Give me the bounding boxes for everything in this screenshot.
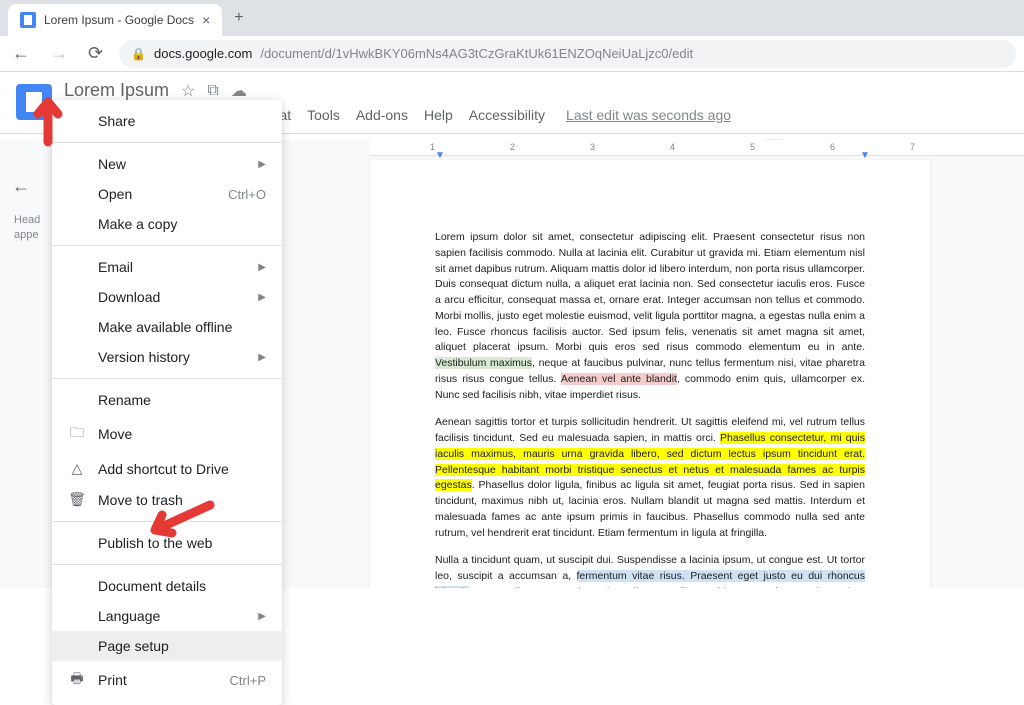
docs-favicon bbox=[20, 12, 36, 28]
url-domain: docs.google.com bbox=[154, 46, 252, 61]
new-tab-button[interactable]: + bbox=[222, 9, 255, 27]
move-icon[interactable]: ⧉ bbox=[207, 82, 218, 100]
ruler[interactable]: 1 2 3 4 5 6 7 ▼ ▼ bbox=[370, 140, 1024, 156]
menu-tools[interactable]: Tools bbox=[300, 103, 347, 127]
menu-help[interactable]: Help bbox=[417, 103, 460, 127]
star-icon[interactable]: ☆ bbox=[181, 81, 195, 101]
trash-icon: 🗑 bbox=[68, 491, 86, 508]
annotation-arrow-file bbox=[28, 92, 68, 147]
menu-accessibility[interactable]: Accessibility bbox=[462, 103, 552, 127]
annotation-arrow-page-setup bbox=[140, 495, 220, 545]
tab-title: Lorem Ipsum - Google Docs bbox=[44, 13, 194, 27]
document-title[interactable]: Lorem Ipsum bbox=[64, 80, 169, 101]
menu-language[interactable]: Language ▶ bbox=[52, 601, 282, 631]
outline-toggle[interactable]: ← bbox=[8, 172, 42, 201]
menu-version-history[interactable]: Version history ▶ bbox=[52, 342, 282, 372]
last-edit-link[interactable]: Last edit was seconds ago bbox=[566, 107, 731, 123]
submenu-arrow-icon: ▶ bbox=[258, 262, 266, 273]
url-path: /document/d/1vHwkBKY06mNs4AG3tCzGraKtUk6… bbox=[260, 46, 693, 61]
menu-rename[interactable]: Rename bbox=[52, 385, 282, 415]
document-page[interactable]: Lorem ipsum dolor sit amet, consectetur … bbox=[370, 160, 930, 588]
print-icon: 🖶 bbox=[68, 668, 86, 692]
paragraph-1[interactable]: Lorem ipsum dolor sit amet, consectetur … bbox=[435, 230, 865, 403]
outline-heading: Head appe bbox=[8, 213, 42, 244]
browser-tab[interactable]: Lorem Ipsum - Google Docs × bbox=[8, 4, 222, 36]
forward-button[interactable]: → bbox=[46, 39, 72, 68]
cloud-icon[interactable]: ☁ bbox=[231, 81, 247, 101]
menu-make-offline[interactable]: Make available offline bbox=[52, 312, 282, 342]
folder-icon: 🗀 bbox=[68, 422, 86, 446]
menu-add-shortcut[interactable]: △ Add shortcut to Drive bbox=[52, 453, 282, 484]
back-button[interactable]: ← bbox=[8, 39, 34, 68]
address-bar[interactable]: 🔒 docs.google.com/document/d/1vHwkBKY06m… bbox=[119, 40, 1016, 68]
menu-doc-details[interactable]: Document details bbox=[52, 571, 282, 601]
menu-new[interactable]: New ▶ bbox=[52, 149, 282, 179]
reload-button[interactable]: ⟳ bbox=[84, 39, 107, 68]
menu-print[interactable]: 🖶 Print Ctrl+P bbox=[52, 661, 282, 699]
paragraph-2[interactable]: Aenean sagittis tortor et turpis sollici… bbox=[435, 415, 865, 541]
highlight-green: Vestibulum maximus bbox=[435, 357, 532, 369]
close-tab-icon[interactable]: × bbox=[202, 12, 210, 28]
submenu-arrow-icon: ▶ bbox=[258, 292, 266, 303]
menu-make-copy[interactable]: Make a copy bbox=[52, 209, 282, 239]
lock-icon: 🔒 bbox=[131, 47, 146, 61]
drive-icon: △ bbox=[68, 460, 86, 477]
menu-addons[interactable]: Add-ons bbox=[349, 103, 415, 127]
file-menu-dropdown: Share New ▶ Open Ctrl+O Make a copy Emai… bbox=[52, 100, 282, 705]
submenu-arrow-icon: ▶ bbox=[258, 611, 266, 622]
menu-download[interactable]: Download ▶ bbox=[52, 282, 282, 312]
menu-open[interactable]: Open Ctrl+O bbox=[52, 179, 282, 209]
highlight-red: Aenean vel ante blandit bbox=[561, 373, 677, 385]
menu-page-setup[interactable]: Page setup bbox=[52, 631, 282, 661]
menu-move[interactable]: 🗀 Move bbox=[52, 415, 282, 453]
submenu-arrow-icon: ▶ bbox=[258, 159, 266, 170]
paragraph-3[interactable]: Nulla a tincidunt quam, ut suscipit dui.… bbox=[435, 553, 865, 588]
submenu-arrow-icon: ▶ bbox=[258, 352, 266, 363]
menu-email[interactable]: Email ▶ bbox=[52, 252, 282, 282]
menu-share[interactable]: Share bbox=[52, 106, 282, 136]
